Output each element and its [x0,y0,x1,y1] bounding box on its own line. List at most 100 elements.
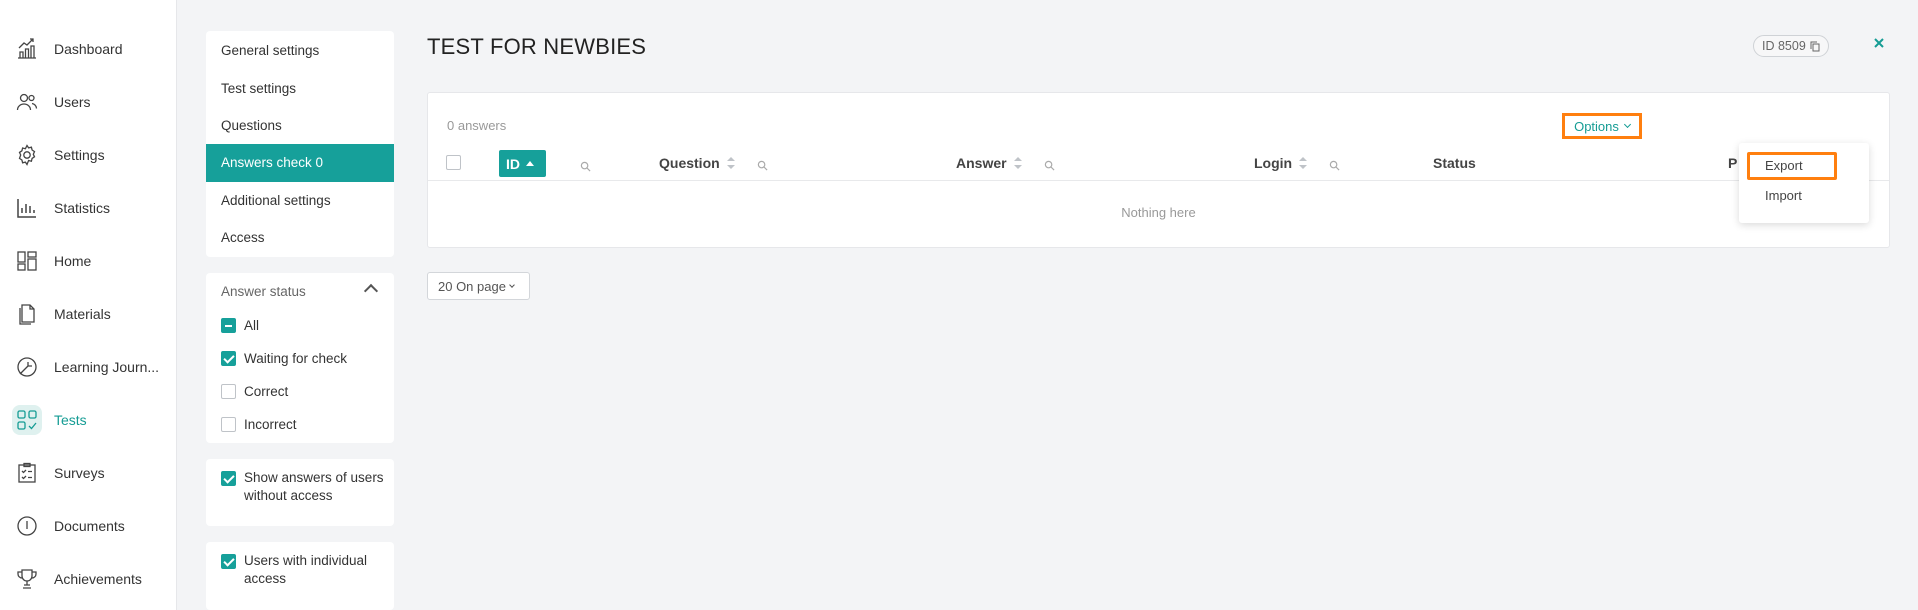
nav-item-home[interactable]: Home [0,243,177,279]
filter-option-label: Correct [244,384,289,399]
select-all-checkbox[interactable] [446,155,461,170]
filter-option-waiting[interactable]: Waiting for check [206,342,394,375]
nav-item-statistics[interactable]: Statistics [0,190,177,226]
filter-option-label: Incorrect [244,417,297,432]
menu-item-export[interactable]: Export [1765,158,1803,173]
close-icon[interactable] [1871,35,1887,51]
column-id-label: ID [506,155,520,172]
clipboard-icon [12,458,42,488]
column-status-label: Status [1433,155,1476,171]
sidebar: Dashboard Users Settings Statistics Home… [0,0,177,610]
nav-item-tests[interactable]: Tests [0,402,177,438]
menu-item-access[interactable]: Access [206,219,394,256]
options-button[interactable]: Options [1562,113,1642,139]
column-answer[interactable]: Answer [956,151,1055,175]
column-id-sort[interactable]: ID [499,150,546,177]
options-label: Options [1574,118,1619,134]
nav-label: Dashboard [54,41,123,57]
per-page-select[interactable]: 20 On page [427,272,530,300]
menu-item-additional-settings[interactable]: Additional settings [206,182,394,219]
bar-chart-icon [12,193,42,223]
empty-state: Nothing here [1121,205,1196,220]
filter-option-label: All [244,318,260,333]
menu-item-questions[interactable]: Questions [206,107,394,144]
filter-option-incorrect[interactable]: Incorrect [206,408,394,441]
menu-item-answers-check[interactable]: Answers check 0 [206,144,394,182]
nav-label: Achievements [54,571,142,587]
users-icon [12,87,42,117]
column-p-label: P [1728,155,1738,171]
show-without-access-label: Show answers of users without access [244,470,384,503]
individual-access-panel: Users with individual access [206,542,394,610]
nav-label: Materials [54,306,111,322]
column-p-truncated[interactable]: P [1728,151,1737,175]
nav-label: Learning Journ... [54,359,160,375]
checkbox-unchecked[interactable] [221,417,236,432]
table-header: ID Question Answer Login Status P [428,141,1889,181]
answers-count: 0 answers [447,118,507,133]
filter-option-label: Waiting for check [244,351,348,366]
column-login-label: Login [1254,155,1293,171]
checkbox-unchecked[interactable] [221,384,236,399]
nav-label: Statistics [54,200,111,216]
filter-header[interactable]: Answer status [206,273,394,309]
nav-label: Documents [54,518,125,534]
info-circle-icon [12,511,42,541]
nav-label: Tests [54,412,87,428]
column-login[interactable]: Login [1254,151,1340,175]
answers-table-card: 0 answers Options ID Question Answer Log… [427,92,1890,248]
dashboard-icon [12,34,42,64]
menu-item-general-settings[interactable]: General settings [206,32,394,69]
search-icon[interactable] [580,160,591,172]
answer-status-filter: Answer status All Waiting for check Corr… [206,273,394,443]
nav-label: Home [54,253,92,269]
gear-icon [12,140,42,170]
sort-icon [1299,157,1308,169]
nav-item-materials[interactable]: Materials [0,296,177,332]
nav-item-learning-journey[interactable]: Learning Journ... [0,349,177,385]
home-layout-icon [12,246,42,276]
show-without-access-option[interactable]: Show answers of users without access [206,459,394,505]
nav-label: Settings [54,147,105,163]
checkbox-checked[interactable] [221,554,236,569]
checkbox-checked[interactable] [221,471,236,486]
individual-access-option[interactable]: Users with individual access [206,542,394,588]
chevron-up-icon[interactable] [363,283,379,299]
sort-icon [726,157,735,169]
document-copy-icon [12,299,42,329]
menu-item-import[interactable]: Import [1765,188,1802,203]
page-title: TEST FOR NEWBIES [427,34,647,59]
options-dropdown: Export Import [1739,143,1869,223]
nav-item-surveys[interactable]: Surveys [0,455,177,491]
trophy-icon [12,564,42,594]
nav-item-dashboard[interactable]: Dashboard [0,31,177,67]
journey-icon [12,352,42,382]
filter-title: Answer status [221,283,306,299]
checkbox-indeterminate[interactable] [221,318,236,333]
nav-item-settings[interactable]: Settings [0,137,177,173]
search-icon[interactable] [757,158,768,171]
menu-item-test-settings[interactable]: Test settings [206,69,394,106]
filter-option-correct[interactable]: Correct [206,375,394,408]
copy-icon[interactable] [1810,41,1820,52]
search-icon[interactable] [1329,158,1340,171]
show-without-access-panel: Show answers of users without access [206,459,394,526]
nav-item-documents[interactable]: Documents [0,508,177,544]
column-answer-label: Answer [956,155,1007,171]
tests-grid-icon [12,405,42,435]
individual-access-label: Users with individual access [244,553,368,586]
settings-menu: General settings Test settings Questions… [206,31,394,257]
id-badge[interactable]: ID 8509 [1753,35,1829,57]
column-question[interactable]: Question [659,151,768,175]
nav-label: Users [54,94,91,110]
column-question-label: Question [659,155,720,171]
nav-item-achievements[interactable]: Achievements [0,561,177,597]
chevron-down-icon [509,281,515,288]
search-icon[interactable] [1044,158,1055,171]
nav-item-users[interactable]: Users [0,84,177,120]
nav-label: Surveys [54,465,105,481]
filter-option-all[interactable]: All [206,309,394,342]
column-status[interactable]: Status [1433,151,1476,175]
per-page-label: 20 On page [438,278,506,294]
checkbox-checked[interactable] [221,351,236,366]
